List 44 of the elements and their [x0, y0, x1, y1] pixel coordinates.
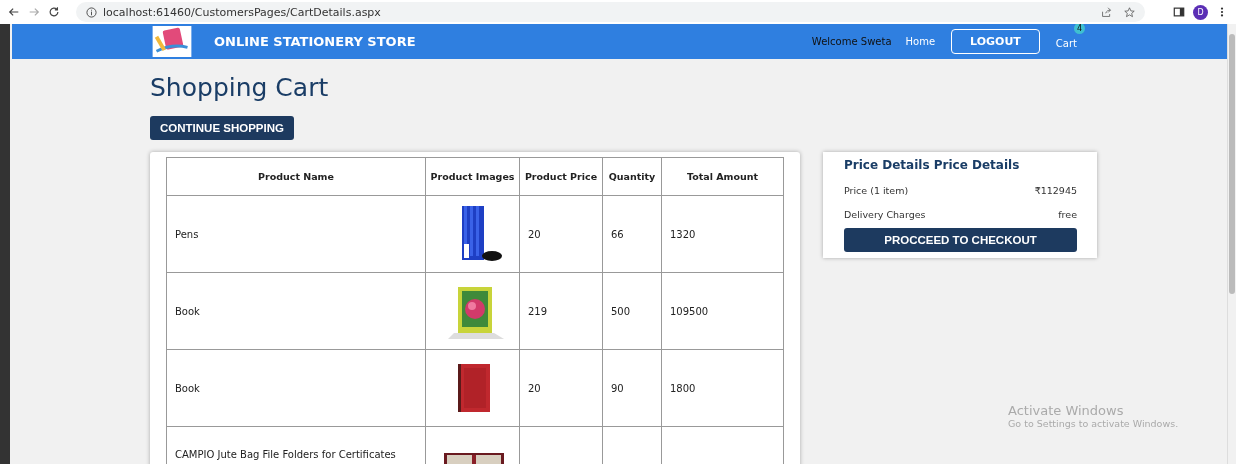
table-cell: 500	[611, 305, 631, 317]
continue-shopping-button[interactable]: CONTINUE SHOPPING	[150, 116, 294, 140]
home-link[interactable]: Home	[905, 36, 936, 47]
table-cell: CAMPIO Jute Bag File Folders for Certificates	[166, 426, 426, 464]
column-header: Total Amount	[661, 157, 784, 196]
cart-count-badge: 4	[1073, 24, 1085, 34]
star-icon[interactable]	[1124, 6, 1135, 18]
cart-link[interactable]: Cart	[1055, 38, 1077, 49]
logout-button[interactable]: LOGOUT	[951, 29, 1040, 54]
table-cell: 1320	[670, 228, 696, 240]
price-label: Price (1 item)	[844, 185, 909, 196]
column-header: Product Price	[519, 157, 603, 196]
table-cell: Book	[166, 349, 426, 427]
profile-avatar[interactable]: D	[1193, 4, 1208, 20]
price-label: Delivery Charges	[844, 209, 926, 220]
brand-name[interactable]: ONLINE STATIONERY STORE	[214, 34, 416, 49]
column-header: Product Images	[425, 157, 520, 196]
logo-icon	[152, 26, 192, 57]
table-cell: 219	[528, 305, 548, 317]
checkout-button[interactable]: PROCCEED TO CHECKOUT	[844, 228, 1077, 252]
back-icon[interactable]	[8, 6, 20, 18]
price-value: free	[1058, 209, 1077, 220]
activation-notice-title: Activate Windows	[1008, 403, 1125, 418]
share-icon[interactable]	[1101, 6, 1112, 18]
table-cell: Pens	[166, 195, 426, 273]
table-cell: 20	[528, 382, 541, 394]
scrollbar[interactable]	[1227, 24, 1236, 464]
welcome-text: Welcome Sweta	[811, 36, 892, 47]
reload-icon[interactable]	[48, 6, 60, 18]
address-bar[interactable]: localhost:61460/CustomersPages/CartDetails.aspx	[76, 2, 1145, 22]
table-cell: 90	[611, 382, 624, 394]
table-cell: 66	[611, 228, 624, 240]
page-title: Shopping Cart	[150, 73, 330, 102]
column-header: Product Name	[166, 157, 426, 196]
activation-notice-text: Go to Settings to activate Windows.	[1008, 418, 1179, 429]
column-header: Quantity	[602, 157, 662, 196]
price-details-title: Price Details Price Details	[844, 158, 1021, 172]
sidebar-icon[interactable]	[1173, 6, 1185, 18]
table-cell: Book	[166, 272, 426, 350]
table-cell: 109500	[670, 305, 709, 317]
table-cell: 20	[528, 228, 541, 240]
price-value: ₹112945	[1034, 185, 1077, 196]
table-cell: 1800	[670, 382, 696, 394]
info-icon[interactable]	[86, 6, 97, 18]
